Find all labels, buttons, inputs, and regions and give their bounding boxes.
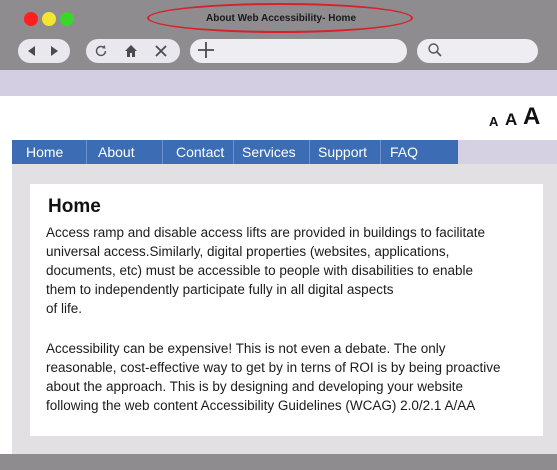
nav-contact[interactable]: Contact [163, 140, 234, 164]
paragraph-line: documents, etc) must be accessible to pe… [46, 263, 473, 278]
close-window-dot[interactable] [24, 12, 38, 26]
reload-icon[interactable] [90, 40, 112, 62]
back-arrow-icon[interactable] [21, 40, 43, 62]
close-icon[interactable] [150, 40, 172, 62]
font-size-small[interactable]: A [489, 114, 498, 129]
font-size-medium[interactable]: A [505, 110, 517, 130]
nav-support[interactable]: Support [310, 140, 381, 164]
history-nav-group [18, 39, 70, 63]
paragraph-2: Accessibility can be expensive! This is … [46, 339, 540, 415]
bookmark-strip [0, 70, 557, 96]
nav-services[interactable]: Services [234, 140, 310, 164]
paragraph-line: of life. [46, 301, 83, 316]
title-highlight-oval [147, 3, 413, 33]
home-icon[interactable] [120, 40, 142, 62]
paragraph-line: them to independently participate fully … [46, 282, 394, 297]
address-bar[interactable] [190, 39, 407, 63]
nav-faq[interactable]: FAQ [381, 140, 458, 164]
minimize-window-dot[interactable] [42, 12, 56, 26]
status-bar [0, 454, 557, 470]
page-actions-group [86, 39, 180, 63]
paragraph-line: following the web content Accessibility … [46, 398, 476, 413]
search-icon[interactable] [427, 42, 443, 62]
page-heading: Home [48, 196, 101, 217]
main-nav: Home About Contact Services Support FAQ [12, 140, 458, 164]
paragraph-line: about the approach. This is by designing… [46, 379, 464, 394]
paragraph-line: Accessibility can be expensive! This is … [46, 341, 446, 356]
maximize-window-dot[interactable] [60, 12, 74, 26]
paragraph-line: universal access.Similarly, digital prop… [46, 244, 450, 259]
forward-arrow-icon[interactable] [43, 40, 65, 62]
search-field[interactable] [417, 39, 538, 63]
paragraph-1: Access ramp and disable access lifts are… [46, 223, 540, 318]
font-size-large[interactable]: A [523, 103, 540, 131]
nav-home[interactable]: Home [12, 140, 87, 164]
paragraph-line: Access ramp and disable access lifts are… [46, 225, 485, 240]
plus-icon[interactable] [196, 40, 216, 64]
nav-about[interactable]: About [87, 140, 163, 164]
paragraph-line: reasonable, cost-effective way to get by… [46, 360, 501, 375]
